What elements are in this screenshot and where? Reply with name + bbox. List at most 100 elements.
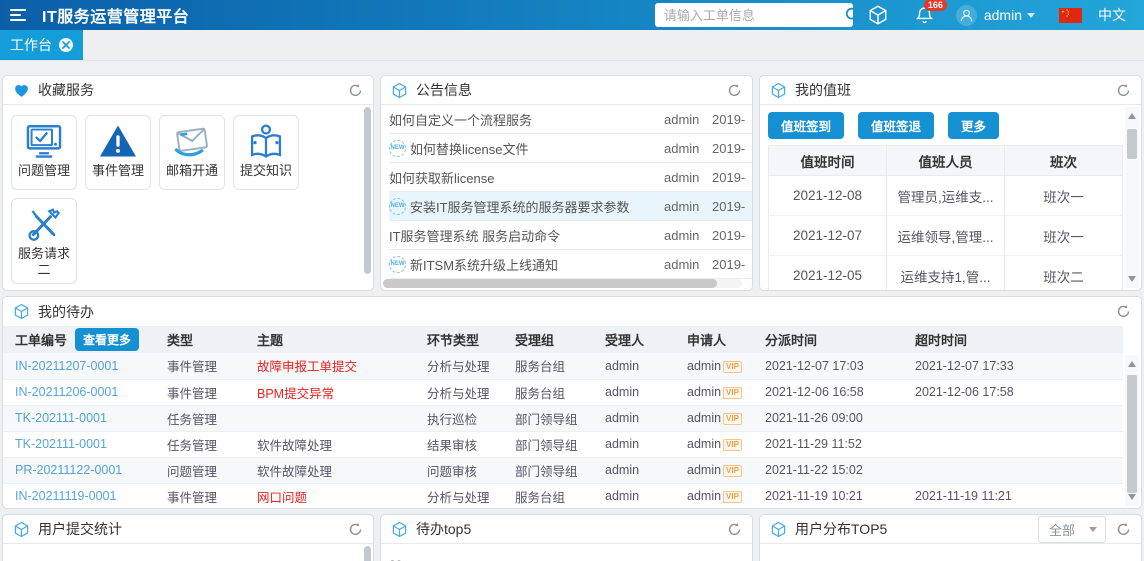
applicant-cell: admin VIP [675, 405, 753, 432]
column-header: 申请人 [675, 326, 753, 353]
scope-filter-select[interactable]: 全部 [1037, 515, 1106, 543]
todo-table-row[interactable]: TK-202111-0001 任务管理 软件故障处理 结果审核 部门领导组 ad… [3, 431, 1123, 458]
reading-book-icon [250, 124, 282, 158]
subject-cell: 故障申报工单提交 [245, 353, 415, 380]
handler-cell: admin [593, 353, 675, 380]
scrollbar-thumb[interactable] [364, 546, 371, 561]
announcement-item[interactable]: 如何自定义一个流程服务 admin 2019- [389, 105, 752, 134]
menu-toggle-icon[interactable] [10, 6, 28, 24]
deadline-cell [903, 457, 1123, 484]
applicant-cell: admin VIP [675, 379, 753, 406]
todo-table: 工单编号 查看更多 类型 主题 环节类型 受理组 受理人 申请人 分派时间 超时时… [3, 326, 1123, 508]
announcement-author: admin [664, 111, 700, 127]
work-order-id-link[interactable]: PR-20211122-0001 [3, 457, 155, 484]
tools-icon [28, 208, 61, 241]
refresh-icon[interactable] [1116, 83, 1131, 98]
duty-scrollbar[interactable] [1125, 107, 1139, 288]
user-avatar[interactable] [955, 4, 977, 26]
duty-check-in-button[interactable]: 值班签到 [768, 112, 845, 139]
work-order-id-link[interactable]: TK-202111-0001 [3, 431, 155, 458]
todo-table-row[interactable]: IN-20211206-0001 事件管理 BPM提交异常 分析与处理 服务台组… [3, 379, 1123, 406]
duty-table-row[interactable]: 2021-12-08 管理员,运维支... 班次一 [768, 175, 1123, 216]
user-menu[interactable]: admin [984, 7, 1035, 23]
notifications-bell-icon[interactable]: 166 [915, 0, 947, 25]
refresh-icon[interactable] [727, 83, 742, 98]
service-tile-service-request[interactable]: 服务请求二 [11, 198, 77, 284]
todo-table-row[interactable]: PR-20211122-0001 问题管理 软件故障处理 问题审核 部门领导组 … [3, 457, 1123, 484]
favorites-panel-header: 收藏服务 [3, 76, 373, 105]
work-order-search[interactable] [654, 3, 861, 27]
service-tile-label: 提交知识 [239, 163, 292, 178]
announcement-item-highlighted[interactable]: NEW 安装IT服务管理系统的服务器要求参数 admin 2019- [389, 192, 752, 221]
todo-table-row[interactable]: TK-202111-0001 任务管理 执行巡检 部门领导组 admin adm… [3, 405, 1123, 432]
work-order-id-link[interactable]: IN-20211119-0001 [3, 483, 155, 508]
service-tile-knowledge[interactable]: 提交知识 [233, 115, 299, 190]
scroll-down-arrow[interactable] [1128, 276, 1136, 282]
scrollbar-thumb[interactable] [364, 107, 371, 274]
refresh-icon[interactable] [348, 83, 363, 98]
refresh-icon[interactable] [727, 522, 742, 537]
tab-workbench[interactable]: 工作台 [0, 30, 83, 60]
step-cell: 执行巡检 [415, 405, 503, 432]
app-cube-icon[interactable] [867, 4, 889, 26]
todo-top5-header: 待办top5 [381, 515, 752, 544]
deadline-cell: 2021-12-07 17:33 [903, 353, 1123, 380]
todo-top5-panel: 待办top5 20 [380, 514, 753, 561]
announcement-item[interactable]: NEW 如何替换license文件 admin 2019- [389, 134, 752, 163]
handler-cell: admin [593, 483, 675, 508]
view-more-button[interactable]: 查看更多 [75, 328, 140, 351]
todo-top5-body: 20 [381, 544, 752, 561]
applicant-cell: admin VIP [675, 483, 753, 508]
scrollbar-thumb[interactable] [383, 279, 717, 288]
column-header: 值班人员 [886, 145, 1005, 176]
scroll-down-arrow[interactable] [1128, 494, 1136, 500]
tab-close-icon[interactable] [59, 38, 73, 52]
service-tile-label: 服务请求二 [17, 246, 70, 278]
work-order-id-link[interactable]: IN-20211206-0001 [3, 379, 155, 406]
work-order-id-link[interactable]: TK-202111-0001 [3, 405, 155, 432]
refresh-icon[interactable] [348, 522, 363, 537]
step-cell: 结果审核 [415, 431, 503, 458]
announcement-date: 2019- [712, 256, 746, 272]
announcement-title: 安装IT服务管理系统的服务器要求参数 [410, 199, 630, 215]
scroll-up-arrow[interactable] [1128, 113, 1136, 119]
announcement-item[interactable]: IT服务管理系统 服务启动命令 admin 2019- [389, 221, 752, 250]
warning-triangle-icon [100, 125, 136, 157]
subject-cell: BPM提交异常 [245, 379, 415, 406]
scroll-up-arrow[interactable] [1128, 361, 1136, 367]
refresh-icon[interactable] [1116, 304, 1131, 319]
new-icon: NEW [389, 139, 406, 157]
deadline-cell [903, 431, 1123, 458]
stats-scrollbar[interactable] [364, 546, 371, 561]
tab-bar: 工作台 [0, 30, 1144, 61]
china-flag-icon[interactable] [1059, 7, 1082, 23]
column-header: 值班时间 [768, 145, 887, 176]
search-input[interactable] [654, 7, 844, 23]
scrollbar-thumb[interactable] [1127, 129, 1137, 159]
announcements-hscrollbar[interactable] [383, 279, 742, 288]
service-tile-email[interactable]: 邮箱开通 [159, 115, 225, 190]
duty-more-button[interactable]: 更多 [948, 112, 1000, 139]
work-order-id-link[interactable]: IN-20211207-0001 [3, 353, 155, 380]
announcement-item[interactable]: 如何获取新license admin 2019- [389, 163, 752, 192]
vip-badge: VIP [723, 413, 742, 425]
announcement-item[interactable]: NEW 新ITSM系统升级上线通知 admin 2019- [389, 250, 752, 279]
search-icon[interactable] [844, 6, 862, 24]
duty-check-out-button[interactable]: 值班签退 [858, 112, 935, 139]
duty-panel: 我的值班 值班签到 值班签退 更多 值班时间 值班人员 班次 2021-12-0… [759, 75, 1142, 291]
service-tile-incident[interactable]: 事件管理 [85, 115, 151, 190]
todo-scrollbar[interactable] [1125, 355, 1139, 506]
type-cell: 任务管理 [155, 431, 245, 458]
step-cell: 分析与处理 [415, 353, 503, 380]
service-tile-problem[interactable]: 问题管理 [11, 115, 77, 190]
duty-table-row[interactable]: 2021-12-07 运维领导,管理... 班次一 [768, 215, 1123, 256]
scrollbar-thumb[interactable] [1127, 375, 1137, 493]
favorites-scrollbar[interactable] [364, 107, 371, 288]
refresh-icon[interactable] [1116, 522, 1131, 537]
todo-table-row[interactable]: IN-20211119-0001 事件管理 网口问题 分析与处理 服务台组 ad… [3, 483, 1123, 508]
duty-table-header-row: 值班时间 值班人员 班次 [768, 145, 1123, 176]
duty-table-row[interactable]: 2021-12-05 运维支持1,管... 班次二 [768, 255, 1123, 290]
duty-panel-body: 值班签到 值班签退 更多 值班时间 值班人员 班次 2021-12-08 管理员… [760, 105, 1141, 290]
language-switch[interactable]: 中文 [1098, 5, 1126, 25]
todo-table-row[interactable]: IN-20211207-0001 事件管理 故障申报工单提交 分析与处理 服务台… [3, 353, 1123, 380]
